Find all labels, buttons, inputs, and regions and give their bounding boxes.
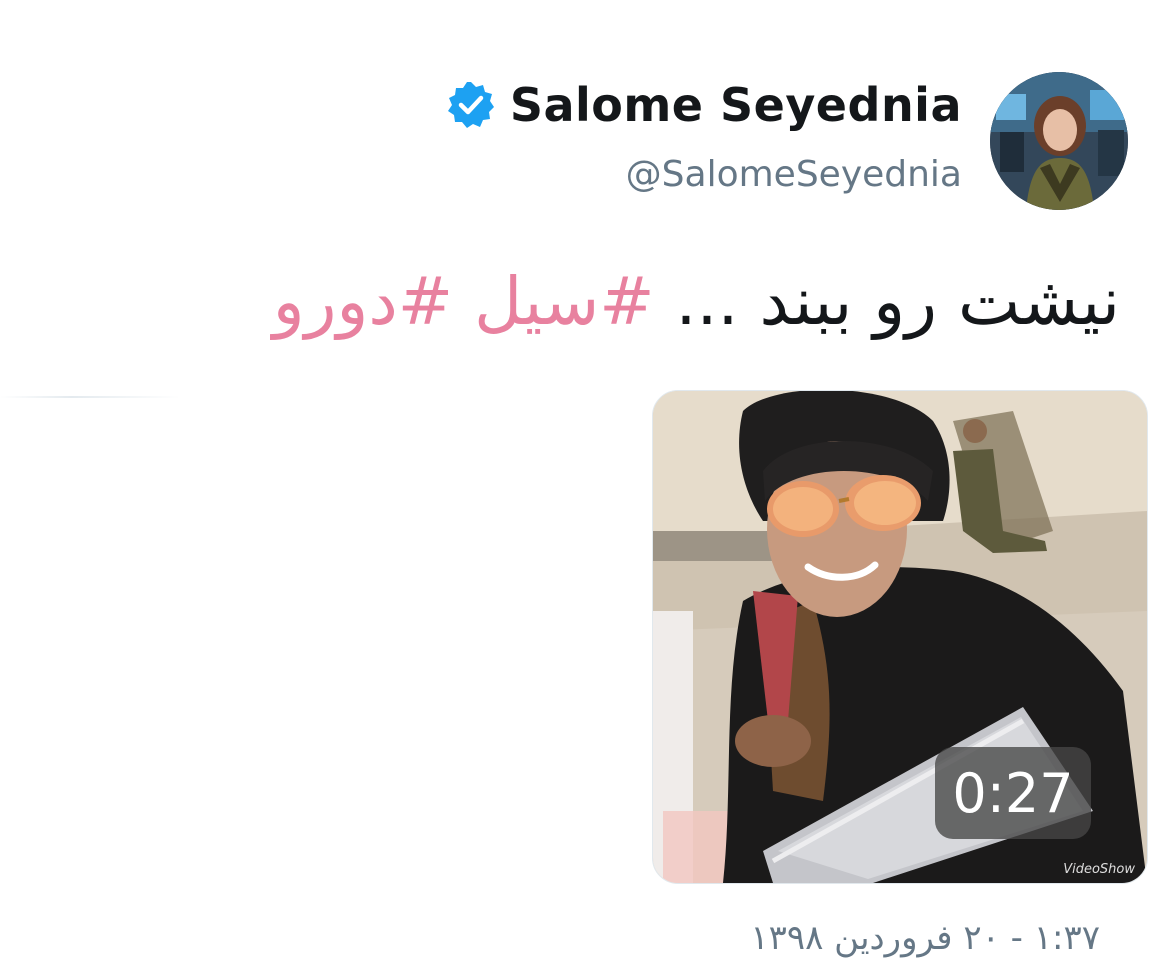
tweet-text-body: نیشت رو ببند ... xyxy=(654,263,1120,340)
avatar[interactable] xyxy=(990,72,1128,210)
tweet-timestamp[interactable]: ۱:۳۷ - ۲۰ فروردین ۱۳۹۸ xyxy=(750,918,1100,958)
display-name[interactable]: Salome Seyednia xyxy=(510,78,962,132)
video-thumbnail[interactable]: 0:27 VideoShow xyxy=(652,390,1148,884)
video-duration-badge: 0:27 xyxy=(935,747,1091,839)
video-watermark: VideoShow xyxy=(1063,862,1135,877)
hashtag-link[interactable]: #دورو xyxy=(273,263,453,340)
user-handle[interactable]: @SalomeSeyednia xyxy=(626,154,962,195)
author-row: Salome Seyednia xyxy=(446,78,962,132)
tweet-card: Salome Seyednia @SalomeSeyednia نیشت رو … xyxy=(0,0,1162,962)
avatar-image xyxy=(990,72,1128,210)
verified-badge-icon xyxy=(446,80,496,130)
divider xyxy=(0,396,180,398)
hashtag-link[interactable]: #سیل xyxy=(453,263,655,340)
tweet-text: نیشت رو ببند ... #سیل #دورو xyxy=(273,262,1120,341)
